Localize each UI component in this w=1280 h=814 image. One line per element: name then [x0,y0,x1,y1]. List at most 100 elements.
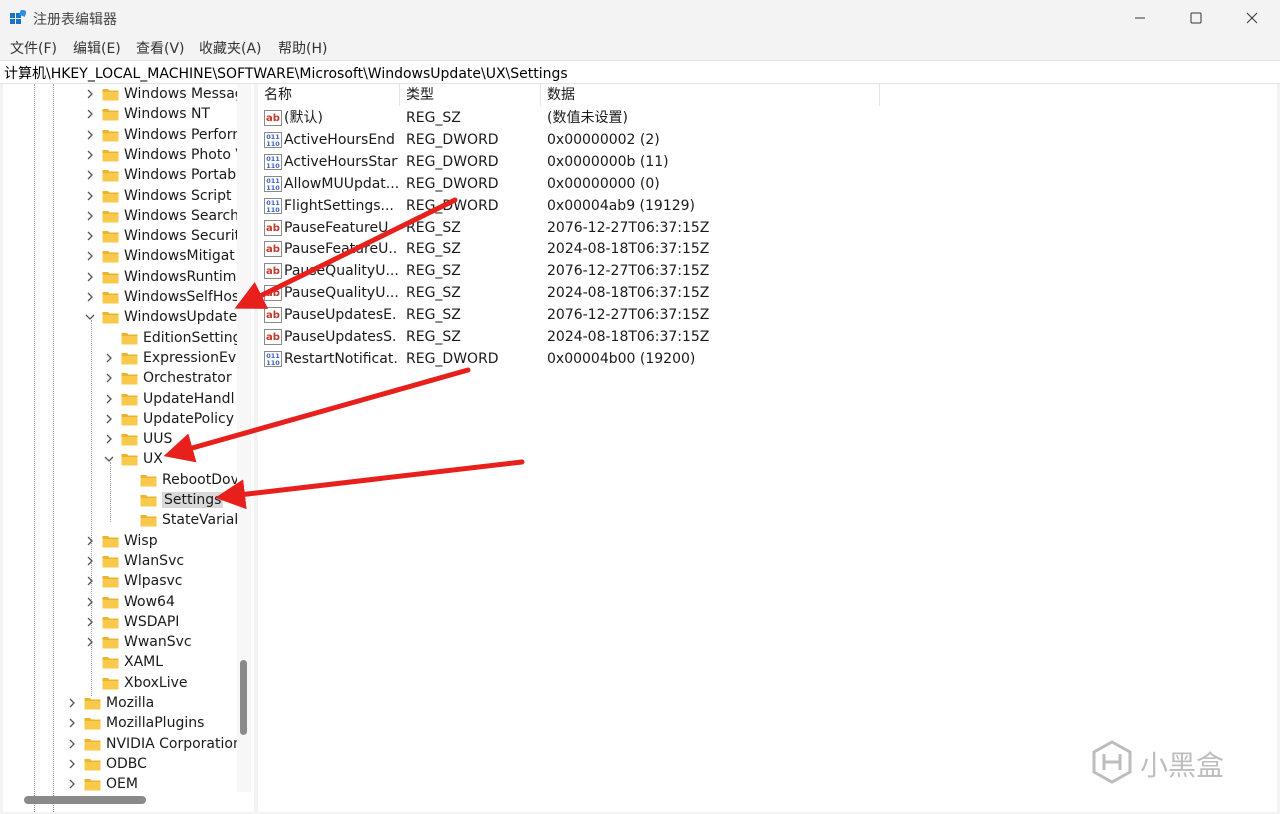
tree-item[interactable]: WSDAPI [84,612,179,632]
column-header-name[interactable]: 名称 [258,84,400,106]
chevron-right-icon[interactable] [66,778,78,790]
values-list[interactable]: 名称 类型 数据 ab (默认) REG_SZ (数值未设置) 011 110 Active… [258,84,1277,812]
chevron-right-icon[interactable] [84,596,96,608]
tree-item[interactable]: Windows Messag [84,84,244,104]
value-row[interactable]: ab PauseUpdatesS... REG_SZ 2024-08-18T06:37… [258,326,958,348]
tree-item[interactable]: OEM [66,774,138,794]
tree-horizontal-scroll-thumb[interactable] [24,796,146,804]
tree-item[interactable]: WindowsSelfHos [84,287,239,307]
tree-item[interactable]: Windows Photo V [84,145,245,165]
menu-view[interactable]: 查看(V) [136,38,185,58]
tree-item-label: WindowsUpdate [124,309,238,326]
tree-item[interactable]: UX [103,449,163,469]
chevron-down-icon[interactable] [84,311,96,323]
chevron-right-icon[interactable] [66,717,78,729]
chevron-right-icon[interactable] [84,108,96,120]
string-value-icon: ab [264,110,282,126]
value-row[interactable]: 011 110 AllowMUUpdat... REG_DWORD 0x00000000… [258,173,958,195]
chevron-right-icon[interactable] [84,291,96,303]
menu-favorites[interactable]: 收藏夹(A) [199,38,262,58]
value-row[interactable]: 011 110 ActiveHoursEnd REG_DWORD 0x00000002 … [258,129,958,151]
tree-item[interactable]: Windows Portab [84,165,236,185]
tree-item[interactable]: Wlpasvc [84,571,182,591]
tree-item[interactable]: WindowsMitigat [84,246,235,266]
chevron-right-icon[interactable] [103,413,115,425]
column-header-data[interactable]: 数据 [541,84,880,106]
tree-item[interactable]: XAML [84,652,163,672]
tree-item[interactable]: NVIDIA Corporation [66,734,242,754]
tree-item[interactable]: WwanSvc [84,632,192,652]
tree-item[interactable]: WindowsUpdate [84,307,237,327]
menu-file[interactable]: 文件(F) [10,38,57,58]
value-row[interactable]: ab (默认) REG_SZ (数值未设置) [258,107,958,129]
chevron-right-icon[interactable] [66,697,78,709]
value-row[interactable]: ab PauseFeatureU... REG_SZ 2024-08-18T06:37… [258,238,958,260]
chevron-right-icon[interactable] [84,169,96,181]
tree-item[interactable]: WindowsRuntim [84,267,236,287]
tree-item[interactable]: Settings [122,490,224,510]
tree-item[interactable]: StateVariab [122,510,243,530]
chevron-right-icon[interactable] [84,535,96,547]
chevron-right-icon[interactable] [84,129,96,141]
chevron-down-icon[interactable] [103,453,115,465]
chevron-right-icon[interactable] [103,372,115,384]
chevron-right-icon[interactable] [103,433,115,445]
tree-item[interactable]: Orchestrator [103,368,232,388]
address-bar[interactable]: 计算机\HKEY_LOCAL_MACHINE\SOFTWARE\Microsof… [0,60,1280,84]
tree-item[interactable]: UpdatePolicy [103,409,234,429]
chevron-right-icon[interactable] [84,271,96,283]
folder-icon [121,434,138,446]
folder-icon [102,190,119,202]
minimize-button[interactable] [1112,0,1168,36]
tree-item[interactable]: Windows Search [84,206,239,226]
value-row[interactable]: 011 110 RestartNotificat... REG_DWORD 0x0000… [258,348,958,370]
tree-item[interactable]: WlanSvc [84,551,184,571]
chevron-right-icon[interactable] [66,738,78,750]
chevron-right-icon[interactable] [103,393,115,405]
value-row[interactable]: 011 110 FlightSettings... REG_DWORD 0x00004a… [258,195,958,217]
chevron-right-icon[interactable] [84,616,96,628]
window-title: 注册表编辑器 [33,12,117,28]
menu-help[interactable]: 帮助(H) [278,38,327,58]
tree-item[interactable]: UpdateHandl [103,389,234,409]
tree-item[interactable]: UUS [103,429,172,449]
tree-item[interactable]: Windows Securit [84,226,240,246]
chevron-right-icon[interactable] [84,149,96,161]
tree-vertical-scroll-thumb[interactable] [240,660,247,735]
value-row[interactable]: ab PauseQualityU... REG_SZ 2076-12-27T06:37… [258,260,958,282]
tree-item[interactable]: Wow64 [84,592,175,612]
tree-item[interactable]: Windows NT [84,104,210,124]
column-header-type[interactable]: 类型 [400,84,541,106]
value-row[interactable]: ab PauseUpdatesE... REG_SZ 2076-12-27T06:37… [258,304,958,326]
value-row[interactable]: ab PauseQualityU... REG_SZ 2024-08-18T06:37… [258,282,958,304]
chevron-right-icon[interactable] [84,555,96,567]
tree-item[interactable]: Windows Perforn [84,125,241,145]
tree-item[interactable]: Windows Script H [84,186,247,206]
chevron-right-icon[interactable] [66,758,78,770]
tree-item[interactable]: ExpressionEva [103,348,245,368]
value-row[interactable]: 011 110 ActiveHoursStart REG_DWORD 0x0000000… [258,151,958,173]
close-button[interactable] [1224,0,1280,36]
tree-item[interactable]: Mozilla [66,693,154,713]
tree-item[interactable]: Wisp [84,531,158,551]
value-row[interactable]: ab PauseFeatureU... REG_SZ 2076-12-27T06:37… [258,217,958,239]
chevron-right-icon[interactable] [84,190,96,202]
tree-item-label: XAML [124,654,164,671]
chevron-right-icon[interactable] [103,352,115,364]
tree-item[interactable]: ODBC [66,754,147,774]
tree-item[interactable]: EditionSetting [103,328,242,348]
address-path[interactable]: 计算机\HKEY_LOCAL_MACHINE\SOFTWARE\Microsof… [4,63,568,83]
maximize-button[interactable] [1168,0,1224,36]
key-tree[interactable]: Windows Messag Windows NT Windows Perforn W… [3,84,254,812]
chevron-right-icon[interactable] [84,230,96,242]
chevron-right-icon[interactable] [84,88,96,100]
tree-item[interactable]: MozillaPlugins [66,713,204,733]
chevron-right-icon[interactable] [84,250,96,262]
chevron-right-icon[interactable] [84,575,96,587]
menu-edit[interactable]: 编辑(E) [73,38,121,58]
tree-item[interactable]: XboxLive [84,673,188,693]
tree-item[interactable]: RebootDov [122,470,239,490]
chevron-right-icon[interactable] [84,210,96,222]
chevron-right-icon[interactable] [84,636,96,648]
